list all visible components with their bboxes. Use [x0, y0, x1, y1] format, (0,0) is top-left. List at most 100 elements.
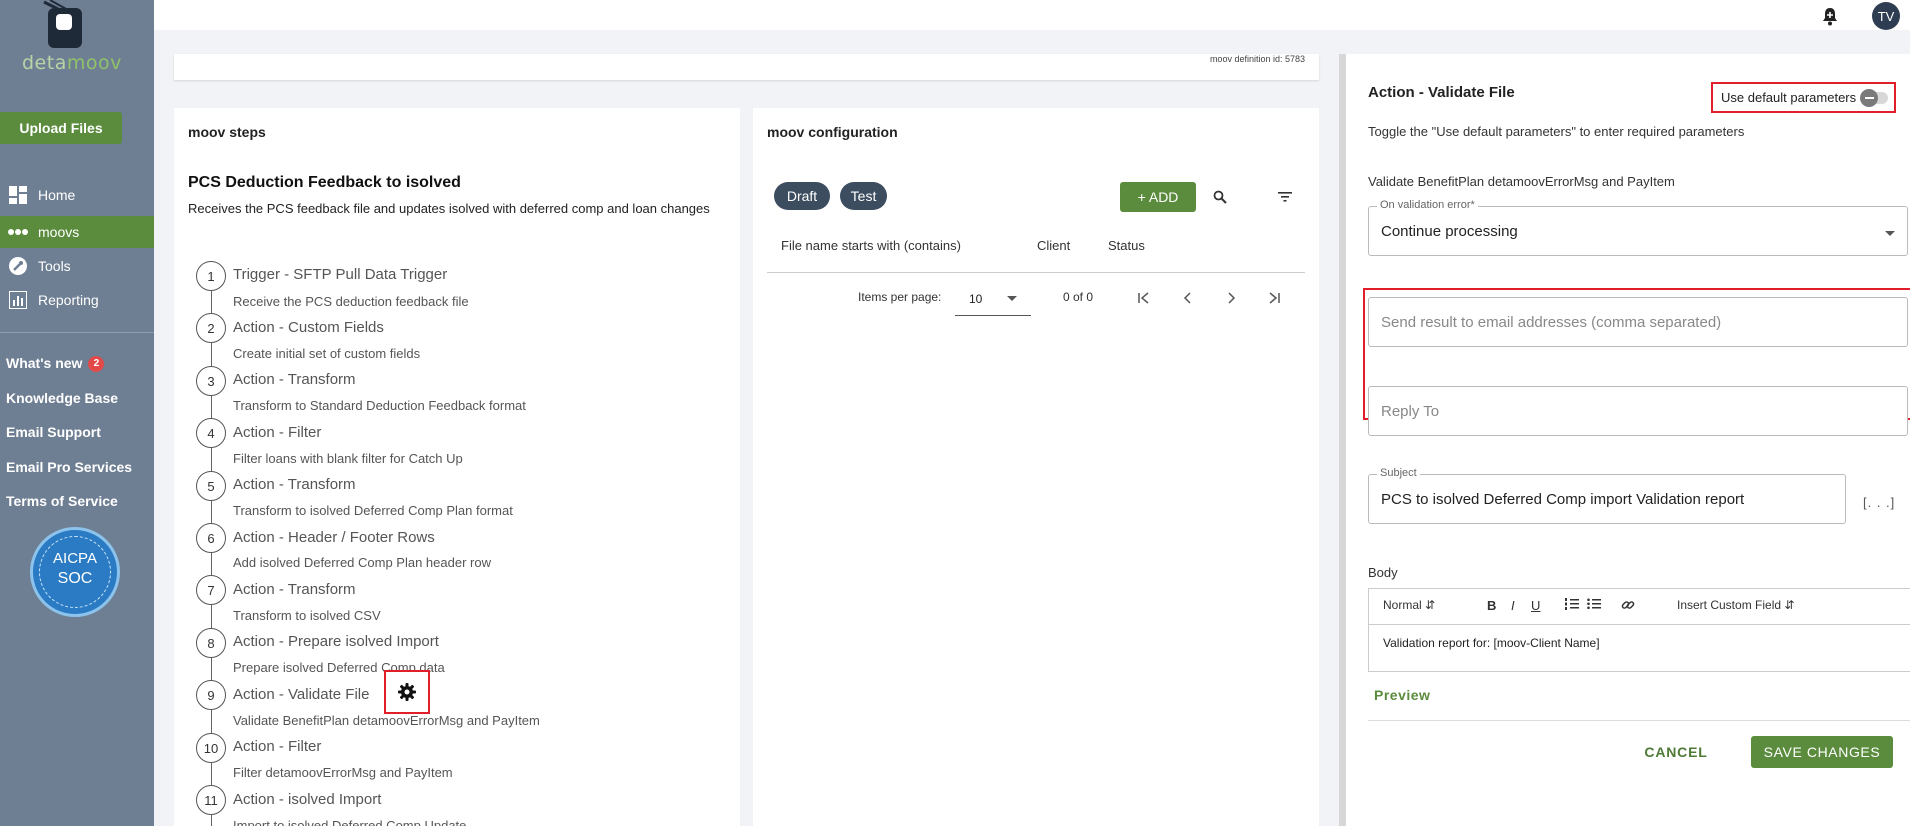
- test-chip[interactable]: Test: [840, 182, 887, 210]
- next-page-icon[interactable]: [1219, 286, 1243, 310]
- minus-icon: [1860, 89, 1878, 107]
- step-description: Filter detamoovErrorMsg and PayItem: [233, 765, 453, 780]
- items-per-page-select[interactable]: 10: [955, 280, 1031, 316]
- bar-chart-icon: [8, 290, 28, 310]
- filter-icon[interactable]: [1272, 184, 1298, 210]
- on-validation-error-select[interactable]: On validation error* Continue processing: [1368, 199, 1908, 256]
- drawer-divider: [1368, 720, 1910, 721]
- editor-content[interactable]: Validation report for: [moov-Client Name…: [1383, 636, 1600, 650]
- subject-field[interactable]: Subject PCS to isolved Deferred Comp imp…: [1368, 467, 1846, 524]
- step-title[interactable]: Action - Transform: [233, 476, 356, 493]
- sidebar-item-moovs[interactable]: moovs: [0, 216, 154, 248]
- panel-title: moov configuration: [767, 124, 898, 140]
- step-title[interactable]: Action - Filter: [233, 738, 321, 755]
- last-page-icon[interactable]: [1262, 286, 1286, 310]
- sidebar-item-label: Reporting: [38, 292, 99, 308]
- step-number: 9: [196, 680, 226, 710]
- italic-icon[interactable]: I: [1511, 598, 1515, 613]
- terms-of-service-link[interactable]: Terms of Service: [6, 493, 118, 509]
- step-description: Create initial set of custom fields: [233, 346, 421, 361]
- step-title[interactable]: Action - Transform: [233, 581, 356, 598]
- step-number: 2: [196, 313, 226, 343]
- user-avatar[interactable]: TV: [1872, 2, 1900, 30]
- column-header[interactable]: File name starts with (contains): [781, 238, 961, 253]
- sidebar-item-home[interactable]: Home: [0, 179, 154, 211]
- cancel-button[interactable]: CANCEL: [1636, 736, 1716, 768]
- sidebar-item-label: Home: [38, 187, 76, 203]
- sidebar-item-label: Tools: [38, 258, 71, 274]
- body-label: Body: [1368, 565, 1398, 580]
- first-page-icon[interactable]: [1132, 286, 1156, 310]
- sidebar-item-label: moovs: [38, 224, 80, 240]
- insert-custom-field-select[interactable]: Insert Custom Field ⇵: [1677, 598, 1794, 612]
- save-changes-button[interactable]: SAVE CHANGES: [1751, 736, 1893, 768]
- step-title[interactable]: Action - Custom Fields: [233, 319, 384, 336]
- step-title[interactable]: Action - Validate File: [233, 686, 369, 703]
- body-editor[interactable]: Normal ⇵ B I U Insert Custom Field ⇵ Val…: [1368, 588, 1910, 672]
- aicpa-soc-badge: AICPA SOC: [30, 527, 120, 617]
- step-title[interactable]: Action - Header / Footer Rows: [233, 529, 435, 546]
- step-number: 7: [196, 575, 226, 605]
- sidebar-item-reporting[interactable]: Reporting: [0, 284, 154, 316]
- whats-new-link[interactable]: What's new 2: [6, 355, 105, 372]
- upload-files-button[interactable]: Upload Files: [0, 112, 122, 144]
- step-title[interactable]: Action - Transform: [233, 371, 356, 388]
- step-number: 4: [196, 418, 226, 448]
- knowledge-base-link[interactable]: Knowledge Base: [6, 390, 118, 406]
- step-description: Transform to isolved CSV: [233, 608, 381, 623]
- email-support-link[interactable]: Email Support: [6, 424, 101, 440]
- step-title[interactable]: Action - isolved Import: [233, 791, 381, 808]
- step-settings-drawer: Action - Validate File Use default param…: [1339, 54, 1910, 826]
- table-divider: [767, 272, 1305, 273]
- bold-icon[interactable]: B: [1487, 598, 1496, 613]
- bullet-list-icon[interactable]: [1587, 598, 1601, 613]
- text-style-select[interactable]: Normal ⇵: [1383, 598, 1435, 612]
- step-number: 8: [196, 628, 226, 658]
- step-description: Receive the PCS deduction feedback file: [233, 294, 469, 309]
- email-addresses-field[interactable]: Send result to email addresses (comma se…: [1368, 297, 1908, 347]
- step-title[interactable]: Trigger - SFTP Pull Data Trigger: [233, 266, 447, 283]
- toggle-hint: Toggle the "Use default parameters" to e…: [1368, 124, 1745, 139]
- step-number: 5: [196, 471, 226, 501]
- step-description: Transform to isolved Deferred Comp Plan …: [233, 503, 513, 518]
- step-description: Import to isolved Deferred Comp Update: [233, 818, 467, 826]
- toggle-switch[interactable]: [1860, 89, 1888, 107]
- step-title[interactable]: Action - Prepare isolved Import: [233, 633, 439, 650]
- reply-to-field[interactable]: Reply To: [1368, 386, 1908, 436]
- link-icon[interactable]: [1621, 598, 1635, 615]
- step-settings-button[interactable]: [384, 670, 430, 714]
- preview-link[interactable]: Preview: [1374, 687, 1430, 703]
- moov-steps-panel: moov steps PCS Deduction Feedback to iso…: [174, 108, 740, 826]
- bell-icon[interactable]: [1820, 6, 1840, 26]
- step-number: 11: [196, 785, 226, 815]
- dashboard-icon: [8, 185, 28, 205]
- step-number: 3: [196, 366, 226, 396]
- panel-title: moov steps: [188, 124, 266, 140]
- step-description: Transform to Standard Deduction Feedback…: [233, 398, 526, 413]
- logo-wordmark: detamoov: [22, 52, 122, 74]
- email-pro-services-link[interactable]: Email Pro Services: [6, 459, 132, 475]
- column-header[interactable]: Client: [1037, 238, 1070, 253]
- previous-page-icon[interactable]: [1176, 286, 1200, 310]
- moov-name: PCS Deduction Feedback to isolved: [188, 174, 461, 191]
- search-icon[interactable]: [1207, 184, 1233, 210]
- underline-icon[interactable]: U: [1531, 598, 1540, 613]
- step-description: Add isolved Deferred Comp Plan header ro…: [233, 555, 491, 570]
- editor-toolbar: Normal ⇵ B I U Insert Custom Field ⇵: [1369, 589, 1910, 625]
- page-range: 0 of 0: [1063, 290, 1094, 304]
- use-default-parameters-toggle[interactable]: Use default parameters: [1711, 82, 1896, 113]
- moov-header-card: moov definition id: 5783: [174, 54, 1319, 80]
- draft-chip[interactable]: Draft: [774, 182, 830, 210]
- top-bar: [154, 0, 1910, 30]
- add-button[interactable]: + ADD: [1120, 182, 1196, 212]
- column-header[interactable]: Status: [1108, 238, 1145, 253]
- insert-field-button[interactable]: [. . .]: [1863, 495, 1895, 510]
- sidebar: detamoov Upload Files Home moovs Tools R…: [0, 0, 154, 826]
- wrench-icon: [8, 256, 28, 276]
- step-description: Filter loans with blank filter for Catch…: [233, 451, 463, 466]
- step-number: 10: [196, 733, 226, 763]
- chevron-down-icon: [1885, 231, 1895, 236]
- sidebar-item-tools[interactable]: Tools: [0, 250, 154, 282]
- ordered-list-icon[interactable]: [1565, 598, 1579, 613]
- step-title[interactable]: Action - Filter: [233, 424, 321, 441]
